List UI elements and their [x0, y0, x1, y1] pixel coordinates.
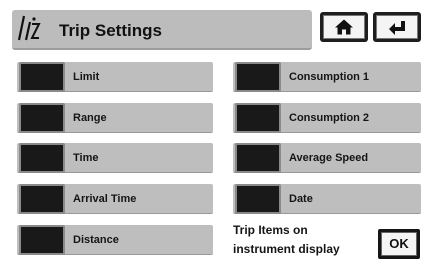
- option-label: Average Speed: [289, 152, 369, 164]
- note-line-1: Trip Items on: [233, 223, 308, 237]
- consumption-1-checkbox[interactable]: [235, 62, 281, 92]
- option-time[interactable]: Time: [17, 143, 213, 173]
- note-line-2: instrument display: [233, 242, 340, 256]
- distance-checkbox[interactable]: [19, 225, 65, 255]
- back-arrow-icon: [389, 21, 405, 35]
- instrument-display-note: Trip Items on instrument display: [233, 221, 363, 259]
- average-speed-checkbox[interactable]: [235, 143, 281, 173]
- option-label: Limit: [73, 71, 100, 83]
- home-button[interactable]: [320, 12, 368, 42]
- option-label: Consumption 2: [289, 112, 370, 124]
- option-label: Time: [73, 152, 99, 164]
- page-title: Trip Settings: [59, 21, 162, 40]
- trip-computer-icon: [17, 15, 41, 41]
- option-label: Date: [289, 193, 313, 205]
- option-label: Arrival Time: [73, 193, 137, 205]
- option-label: Consumption 1: [289, 71, 370, 83]
- ok-label: OK: [381, 232, 417, 256]
- trip-settings-screen: Trip Settings Limit Range Time Arrival T…: [0, 0, 425, 264]
- title-bar: [12, 10, 312, 50]
- time-checkbox[interactable]: [19, 143, 65, 173]
- consumption-2-checkbox[interactable]: [235, 103, 281, 133]
- option-label: Distance: [73, 234, 119, 246]
- option-limit[interactable]: Limit: [17, 62, 213, 92]
- date-checkbox[interactable]: [235, 184, 281, 214]
- home-icon: [335, 19, 353, 35]
- option-arrival-time[interactable]: Arrival Time: [17, 184, 213, 214]
- option-distance[interactable]: Distance: [17, 225, 213, 255]
- option-label: Range: [73, 112, 107, 124]
- ok-button[interactable]: OK: [378, 229, 420, 259]
- option-average-speed[interactable]: Average Speed: [233, 143, 421, 173]
- option-date[interactable]: Date: [233, 184, 421, 214]
- option-range[interactable]: Range: [17, 103, 213, 133]
- limit-checkbox[interactable]: [19, 62, 65, 92]
- arrival-time-checkbox[interactable]: [19, 184, 65, 214]
- back-button[interactable]: [373, 12, 421, 42]
- option-consumption-2[interactable]: Consumption 2: [233, 103, 421, 133]
- range-checkbox[interactable]: [19, 103, 65, 133]
- option-consumption-1[interactable]: Consumption 1: [233, 62, 421, 92]
